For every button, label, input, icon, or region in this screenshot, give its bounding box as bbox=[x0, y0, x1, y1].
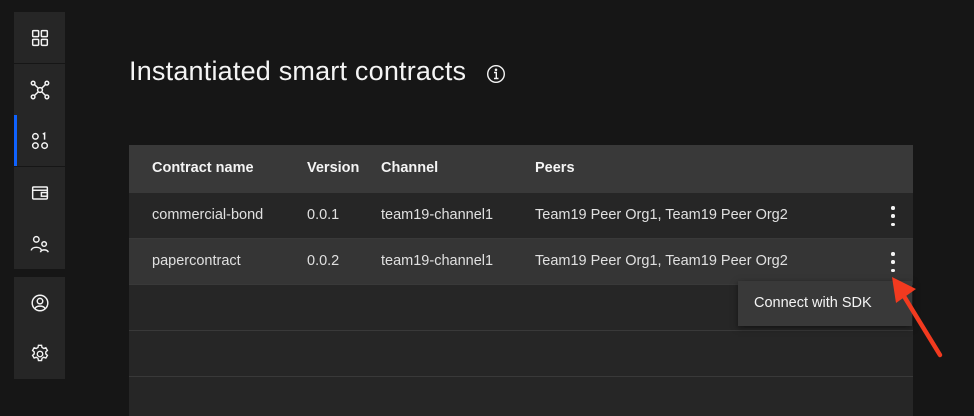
sidebar-item-profile[interactable] bbox=[14, 277, 65, 328]
settings-icon bbox=[31, 344, 48, 361]
peers-cell: Team19 Peer Org1, Team19 Peer Org2 bbox=[535, 207, 788, 223]
users-icon bbox=[30, 235, 49, 253]
sidebar-item-settings[interactable] bbox=[14, 328, 65, 379]
annotation-arrow-icon bbox=[892, 277, 943, 358]
table-row[interactable]: papercontract 0.0.2 team19-channel1 Team… bbox=[129, 239, 913, 285]
sidebar-item-nodes[interactable] bbox=[14, 64, 65, 115]
information-icon[interactable] bbox=[486, 64, 506, 84]
column-header-channel[interactable]: Channel bbox=[381, 160, 438, 176]
version-cell: 0.0.2 bbox=[307, 253, 340, 269]
version-cell: 0.0.1 bbox=[307, 207, 340, 223]
contract-name-cell: commercial-bond bbox=[152, 207, 264, 223]
column-header-contract-name[interactable]: Contract name bbox=[152, 160, 254, 176]
channel-cell: team19-channel1 bbox=[381, 253, 494, 269]
overflow-menu-icon[interactable] bbox=[884, 206, 902, 226]
table-row[interactable]: commercial-bond 0.0.1 team19-channel1 Te… bbox=[129, 193, 913, 239]
contract-name-cell: papercontract bbox=[152, 253, 241, 269]
table-header: Contract name Version Channel Peers bbox=[129, 145, 913, 193]
column-header-peers[interactable]: Peers bbox=[535, 160, 575, 176]
empty-row bbox=[129, 331, 913, 377]
wallet-icon bbox=[31, 185, 48, 200]
sidebar-item-wallet[interactable] bbox=[14, 167, 65, 218]
sidebar-item-users[interactable] bbox=[14, 218, 65, 269]
connect-with-sdk-menu-item[interactable]: Connect with SDK bbox=[754, 295, 872, 311]
column-header-version[interactable]: Version bbox=[307, 160, 359, 176]
page-title: Instantiated smart contracts bbox=[129, 56, 467, 86]
user-profile-icon bbox=[30, 293, 49, 312]
sidebar-item-smart-contracts[interactable] bbox=[14, 115, 65, 166]
sidebar-item-dashboard[interactable] bbox=[14, 12, 65, 63]
smart-contracts-icon bbox=[31, 131, 48, 149]
network-icon bbox=[30, 80, 49, 99]
channel-cell: team19-channel1 bbox=[381, 207, 494, 223]
peers-cell: Team19 Peer Org1, Team19 Peer Org2 bbox=[535, 253, 788, 269]
grid-icon bbox=[31, 29, 48, 46]
